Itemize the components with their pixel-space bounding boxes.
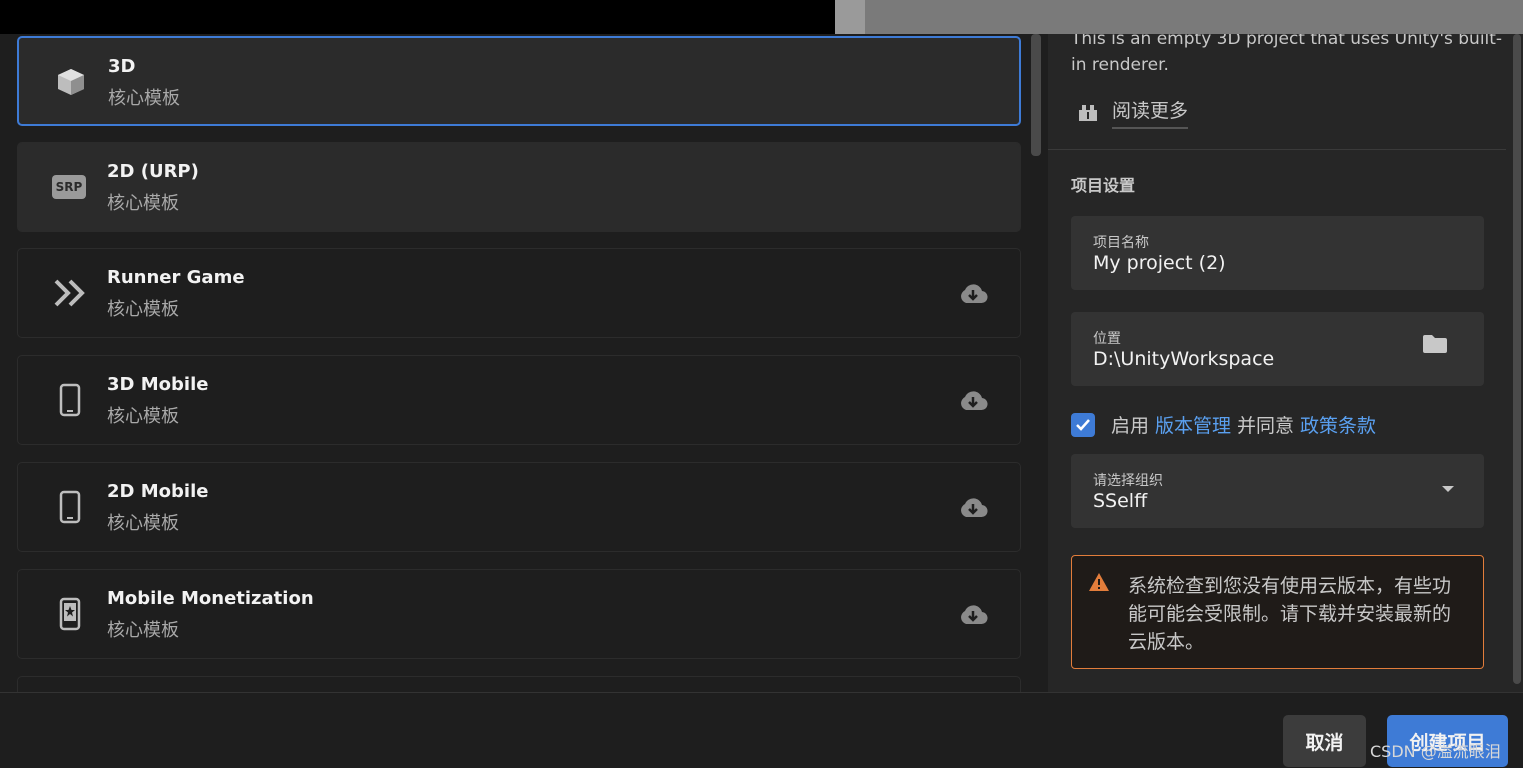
template-subtitle: 核心模板 xyxy=(107,299,179,320)
template-item-3d[interactable]: 3D 核心模板 xyxy=(17,36,1021,126)
version-control-checkbox[interactable] xyxy=(1071,412,1095,437)
version-control-row: 启用 版本管理 并同意 政策条款 xyxy=(1071,411,1382,438)
project-settings-title: 项目设置 xyxy=(1071,176,1136,195)
organization-select[interactable]: 请选择组织 SSelff xyxy=(1071,454,1484,528)
warning-text: 系统检查到您没有使用云版本，有些功能可能会受限制。请下载并安装最新的云版本。 xyxy=(1128,575,1452,653)
template-subtitle: 核心模板 xyxy=(107,620,179,641)
top-bar-left xyxy=(0,0,835,34)
location-value: D:\UnityWorkspace xyxy=(1093,348,1275,370)
template-name: 2D (URP) xyxy=(107,161,199,182)
cube-icon xyxy=(53,64,89,100)
footer: 取消 创建项目 xyxy=(0,692,1523,768)
divider xyxy=(1048,149,1506,150)
template-list-scrollbar[interactable] xyxy=(1031,34,1041,156)
template-name: 2D Mobile xyxy=(107,481,209,502)
watermark: CSDN @溢流眼泪 xyxy=(1370,742,1501,761)
book-icon xyxy=(1079,104,1097,121)
location-label: 位置 xyxy=(1093,331,1121,347)
template-item-2d-mobile[interactable]: 2D Mobile 核心模板 xyxy=(17,462,1021,552)
read-more-link[interactable]: 阅读更多 xyxy=(1078,96,1189,129)
policy-link[interactable]: 政策条款 xyxy=(1300,411,1376,438)
template-description: This is an empty 3D project that uses Un… xyxy=(1071,34,1503,75)
top-bar-right xyxy=(835,0,1523,34)
double-chevron-icon xyxy=(52,275,88,311)
read-more-label: 阅读更多 xyxy=(1112,96,1189,129)
project-name-field[interactable]: 项目名称 My project (2) xyxy=(1071,216,1484,290)
cloud-download-icon[interactable] xyxy=(958,604,988,626)
phone-icon xyxy=(52,382,88,418)
template-name: 3D Mobile xyxy=(107,374,209,395)
phone-star-icon xyxy=(52,596,88,632)
template-name: Mobile Monetization xyxy=(107,588,314,609)
template-subtitle: 核心模板 xyxy=(107,513,179,534)
srp-icon: SRP xyxy=(51,169,87,205)
template-item-runner-game[interactable]: Runner Game 核心模板 xyxy=(17,248,1021,338)
details-scrollbar[interactable] xyxy=(1513,34,1521,684)
template-item-partial[interactable] xyxy=(17,676,1021,692)
template-item-mobile-monetization[interactable]: Mobile Monetization 核心模板 xyxy=(17,569,1021,659)
cloud-download-icon[interactable] xyxy=(958,283,988,305)
template-name: Runner Game xyxy=(107,267,245,288)
project-name-value: My project (2) xyxy=(1093,252,1226,274)
check-icon xyxy=(1076,418,1090,431)
details-panel: This is an empty 3D project that uses Un… xyxy=(1048,34,1523,692)
template-item-3d-mobile[interactable]: 3D Mobile 核心模板 xyxy=(17,355,1021,445)
template-subtitle: 核心模板 xyxy=(108,88,180,109)
location-field[interactable]: 位置 D:\UnityWorkspace xyxy=(1071,312,1484,386)
folder-icon[interactable] xyxy=(1422,334,1448,356)
version-control-middle: 并同意 xyxy=(1237,415,1295,437)
cloud-download-icon[interactable] xyxy=(958,497,988,519)
template-item-2d-urp[interactable]: SRP 2D (URP) 核心模板 xyxy=(17,142,1021,232)
cloud-download-icon[interactable] xyxy=(958,390,988,412)
chevron-down-icon xyxy=(1442,486,1454,492)
warning-icon xyxy=(1089,573,1109,591)
version-control-prefix: 启用 xyxy=(1111,415,1150,437)
cancel-button[interactable]: 取消 xyxy=(1283,715,1366,767)
template-name: 3D xyxy=(108,56,136,77)
template-list: 3D 核心模板 SRP 2D (URP) 核心模板 Runner Game 核心… xyxy=(0,34,1048,692)
template-subtitle: 核心模板 xyxy=(107,193,179,214)
organization-value: SSelff xyxy=(1093,490,1148,512)
version-control-link[interactable]: 版本管理 xyxy=(1155,411,1231,438)
cloud-version-warning: 系统检查到您没有使用云版本，有些功能可能会受限制。请下载并安装最新的云版本。 xyxy=(1071,555,1484,669)
template-subtitle: 核心模板 xyxy=(107,406,179,427)
organization-label: 请选择组织 xyxy=(1093,473,1163,489)
project-name-label: 项目名称 xyxy=(1093,235,1149,251)
phone-icon xyxy=(52,489,88,525)
